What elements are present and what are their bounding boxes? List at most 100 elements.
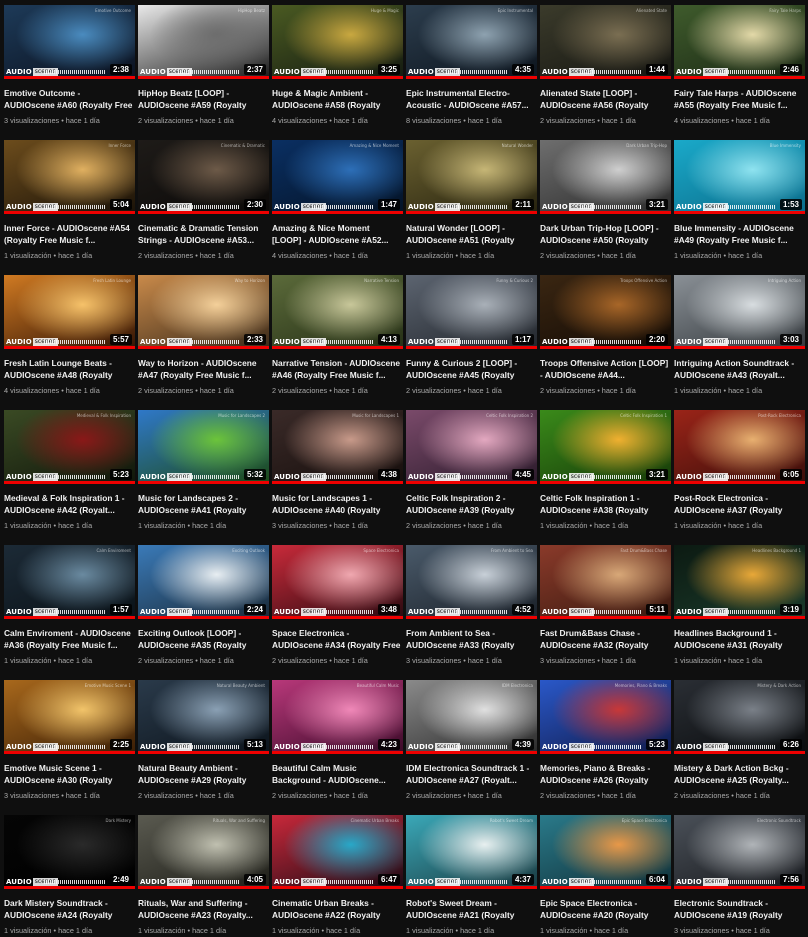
video-title[interactable]: Emotive Outcome - AUDIOscene #A60 (Royal… (4, 88, 135, 111)
video-thumbnail[interactable]: IDM Electronica AUDIO scenes 4:39 (406, 680, 537, 754)
video-card[interactable]: Electronic Soundtrack AUDIO scenes 7:56 … (674, 815, 805, 937)
video-card[interactable]: Blue Immensity AUDIO scenes 1:53 Blue Im… (674, 140, 805, 270)
video-title[interactable]: Inner Force - AUDIOscene #A54 (Royalty F… (4, 223, 135, 246)
video-card[interactable]: Amazing & Nice Moment AUDIO scenes 1:47 … (272, 140, 403, 270)
video-thumbnail[interactable]: HipHop Beatz AUDIO scenes 2:37 (138, 5, 269, 79)
video-title[interactable]: Troops Offensive Action [LOOP] - AUDIOsc… (540, 358, 671, 381)
video-title[interactable]: Celtic Folk Inspiration 2 - AUDIOscene #… (406, 493, 537, 516)
video-title[interactable]: Calm Enviroment - AUDIOscene #A36 (Royal… (4, 628, 135, 651)
video-title[interactable]: Natural Wonder [LOOP] - AUDIOscene #A51 … (406, 223, 537, 246)
video-thumbnail[interactable]: Amazing & Nice Moment AUDIO scenes 1:47 (272, 140, 403, 214)
video-thumbnail[interactable]: Alienated State AUDIO scenes 1:44 (540, 5, 671, 79)
video-card[interactable]: Calm Enviroment AUDIO scenes 1:57 Calm E… (4, 545, 135, 675)
video-card[interactable]: Funny & Curious 2 AUDIO scenes 1:17 Funn… (406, 275, 537, 405)
video-title[interactable]: Medieval & Folk Inspiration 1 - AUDIOsce… (4, 493, 135, 516)
video-thumbnail[interactable]: Fast Drum&Bass Chase AUDIO scenes 5:11 (540, 545, 671, 619)
video-card[interactable]: Celtic Folk Inspiration 1 AUDIO scenes 3… (540, 410, 671, 540)
video-card[interactable]: From Ambient to Sea AUDIO scenes 4:52 Fr… (406, 545, 537, 675)
video-title[interactable]: Mistery & Dark Action Bckg - AUDIOscene … (674, 763, 805, 786)
video-title[interactable]: From Ambient to Sea - AUDIOscene #A33 (R… (406, 628, 537, 651)
video-card[interactable]: Medieval & Folk Inspiration AUDIO scenes… (4, 410, 135, 540)
video-thumbnail[interactable]: Celtic Folk Inspiration 2 AUDIO scenes 4… (406, 410, 537, 484)
video-thumbnail[interactable]: Celtic Folk Inspiration 1 AUDIO scenes 3… (540, 410, 671, 484)
video-thumbnail[interactable]: Dark Mistery AUDIO scenes 2:49 (4, 815, 135, 889)
video-card[interactable]: Emotive Outcome AUDIO scenes 2:38 Emotiv… (4, 5, 135, 135)
video-card[interactable]: HipHop Beatz AUDIO scenes 2:37 HipHop Be… (138, 5, 269, 135)
video-card[interactable]: Cinematic & Dramatic AUDIO scenes 2:30 C… (138, 140, 269, 270)
video-title[interactable]: Rituals, War and Suffering - AUDIOscene … (138, 898, 269, 921)
video-card[interactable]: Space Electronica AUDIO scenes 3:48 Spac… (272, 545, 403, 675)
video-title[interactable]: Epic Instrumental Electro-Acoustic - AUD… (406, 88, 537, 111)
video-thumbnail[interactable]: Epic Instrumental AUDIO scenes 4:35 (406, 5, 537, 79)
video-thumbnail[interactable]: Dark Urban Trip-Hop AUDIO scenes 3:21 (540, 140, 671, 214)
video-title[interactable]: Natural Beauty Ambient - AUDIOscene #A29… (138, 763, 269, 786)
video-thumbnail[interactable]: Cinematic & Dramatic AUDIO scenes 2:30 (138, 140, 269, 214)
video-thumbnail[interactable]: Music for Landscapes 2 AUDIO scenes 5:32 (138, 410, 269, 484)
video-thumbnail[interactable]: Natural Beauty Ambient AUDIO scenes 5:13 (138, 680, 269, 754)
video-card[interactable]: Way to Horizon AUDIO scenes 2:33 Way to … (138, 275, 269, 405)
video-card[interactable]: Alienated State AUDIO scenes 1:44 Aliena… (540, 5, 671, 135)
video-card[interactable]: Dark Urban Trip-Hop AUDIO scenes 3:21 Da… (540, 140, 671, 270)
video-card[interactable]: Emotive Music Scene 1 AUDIO scenes 2:25 … (4, 680, 135, 810)
video-thumbnail[interactable]: Calm Enviroment AUDIO scenes 1:57 (4, 545, 135, 619)
video-thumbnail[interactable]: Troops Offensive Action AUDIO scenes 2:2… (540, 275, 671, 349)
video-card[interactable]: Fast Drum&Bass Chase AUDIO scenes 5:11 F… (540, 545, 671, 675)
video-title[interactable]: Epic Space Electronica - AUDIOscene #A20… (540, 898, 671, 921)
video-title[interactable]: Huge & Magic Ambient - AUDIOscene #A58 (… (272, 88, 403, 111)
video-card[interactable]: Inner Force AUDIO scenes 5:04 Inner Forc… (4, 140, 135, 270)
video-card[interactable]: Headlines Background 1 AUDIO scenes 3:19… (674, 545, 805, 675)
video-title[interactable]: Fairy Tale Harps - AUDIOscene #A55 (Roya… (674, 88, 805, 111)
video-title[interactable]: Headlines Background 1 - AUDIOscene #A31… (674, 628, 805, 651)
video-thumbnail[interactable]: Funny & Curious 2 AUDIO scenes 1:17 (406, 275, 537, 349)
video-thumbnail[interactable]: Mistery & Dark Action AUDIO scenes 6:26 (674, 680, 805, 754)
video-thumbnail[interactable]: Memories, Piano & Breaks AUDIO scenes 5:… (540, 680, 671, 754)
video-thumbnail[interactable]: Robot's Sweet Dream AUDIO scenes 4:37 (406, 815, 537, 889)
video-thumbnail[interactable]: Blue Immensity AUDIO scenes 1:53 (674, 140, 805, 214)
video-thumbnail[interactable]: Beautiful Calm Music AUDIO scenes 4:23 (272, 680, 403, 754)
video-card[interactable]: Beautiful Calm Music AUDIO scenes 4:23 B… (272, 680, 403, 810)
video-thumbnail[interactable]: Space Electronica AUDIO scenes 3:48 (272, 545, 403, 619)
video-title[interactable]: Post-Rock Electronica - AUDIOscene #A37 … (674, 493, 805, 516)
video-thumbnail[interactable]: Cinematic Urban Breaks AUDIO scenes 6:47 (272, 815, 403, 889)
video-thumbnail[interactable]: Rituals, War and Suffering AUDIO scenes … (138, 815, 269, 889)
video-title[interactable]: Cinematic & Dramatic Tension Strings - A… (138, 223, 269, 246)
video-thumbnail[interactable]: Emotive Outcome AUDIO scenes 2:38 (4, 5, 135, 79)
video-title[interactable]: Space Electronica - AUDIOscene #A34 (Roy… (272, 628, 403, 651)
video-thumbnail[interactable]: Fresh Latin Lounge AUDIO scenes 5:57 (4, 275, 135, 349)
video-thumbnail[interactable]: From Ambient to Sea AUDIO scenes 4:52 (406, 545, 537, 619)
video-thumbnail[interactable]: Fairy Tale Harps AUDIO scenes 2:46 (674, 5, 805, 79)
video-card[interactable]: Rituals, War and Suffering AUDIO scenes … (138, 815, 269, 937)
video-title[interactable]: HipHop Beatz [LOOP] - AUDIOscene #A59 (R… (138, 88, 269, 111)
video-card[interactable]: Intriguing Action AUDIO scenes 3:03 Intr… (674, 275, 805, 405)
video-title[interactable]: Fresh Latin Lounge Beats - AUDIOscene #A… (4, 358, 135, 381)
video-card[interactable]: Cinematic Urban Breaks AUDIO scenes 6:47… (272, 815, 403, 937)
video-thumbnail[interactable]: Intriguing Action AUDIO scenes 3:03 (674, 275, 805, 349)
video-title[interactable]: Funny & Curious 2 [LOOP] - AUDIOscene #A… (406, 358, 537, 381)
video-thumbnail[interactable]: Natural Wonder AUDIO scenes 2:11 (406, 140, 537, 214)
video-card[interactable]: Memories, Piano & Breaks AUDIO scenes 5:… (540, 680, 671, 810)
video-card[interactable]: Natural Beauty Ambient AUDIO scenes 5:13… (138, 680, 269, 810)
video-card[interactable]: Post-Rock Electronica AUDIO scenes 6:05 … (674, 410, 805, 540)
video-title[interactable]: Beautiful Calm Music Background - AUDIOs… (272, 763, 403, 786)
video-title[interactable]: Emotive Music Scene 1 - AUDIOscene #A30 … (4, 763, 135, 786)
video-card[interactable]: Natural Wonder AUDIO scenes 2:11 Natural… (406, 140, 537, 270)
video-thumbnail[interactable]: Way to Horizon AUDIO scenes 2:33 (138, 275, 269, 349)
video-title[interactable]: Robot's Sweet Dream - AUDIOscene #A21 (R… (406, 898, 537, 921)
video-thumbnail[interactable]: Narrative Tension AUDIO scenes 4:13 (272, 275, 403, 349)
video-title[interactable]: Electronic Soundtrack - AUDIOscene #A19 … (674, 898, 805, 921)
video-title[interactable]: Fast Drum&Bass Chase - AUDIOscene #A32 (… (540, 628, 671, 651)
video-title[interactable]: Exciting Outlook [LOOP] - AUDIOscene #A3… (138, 628, 269, 651)
video-title[interactable]: Dark Urban Trip-Hop [LOOP] - AUDIOscene … (540, 223, 671, 246)
video-title[interactable]: Amazing & Nice Moment [LOOP] - AUDIOscen… (272, 223, 403, 246)
video-card[interactable]: Celtic Folk Inspiration 2 AUDIO scenes 4… (406, 410, 537, 540)
video-thumbnail[interactable]: Post-Rock Electronica AUDIO scenes 6:05 (674, 410, 805, 484)
video-card[interactable]: Exciting Outlook AUDIO scenes 2:24 Excit… (138, 545, 269, 675)
video-card[interactable]: Epic Space Electronica AUDIO scenes 6:04… (540, 815, 671, 937)
video-card[interactable]: Fresh Latin Lounge AUDIO scenes 5:57 Fre… (4, 275, 135, 405)
video-card[interactable]: Dark Mistery AUDIO scenes 2:49 Dark Mist… (4, 815, 135, 937)
video-title[interactable]: Alienated State [LOOP] - AUDIOscene #A56… (540, 88, 671, 111)
video-card[interactable]: Troops Offensive Action AUDIO scenes 2:2… (540, 275, 671, 405)
video-thumbnail[interactable]: Music for Landscapes 1 AUDIO scenes 4:38 (272, 410, 403, 484)
video-title[interactable]: Way to Horizon - AUDIOscene #A47 (Royalt… (138, 358, 269, 381)
video-title[interactable]: Blue Immensity - AUDIOscene #A49 (Royalt… (674, 223, 805, 246)
